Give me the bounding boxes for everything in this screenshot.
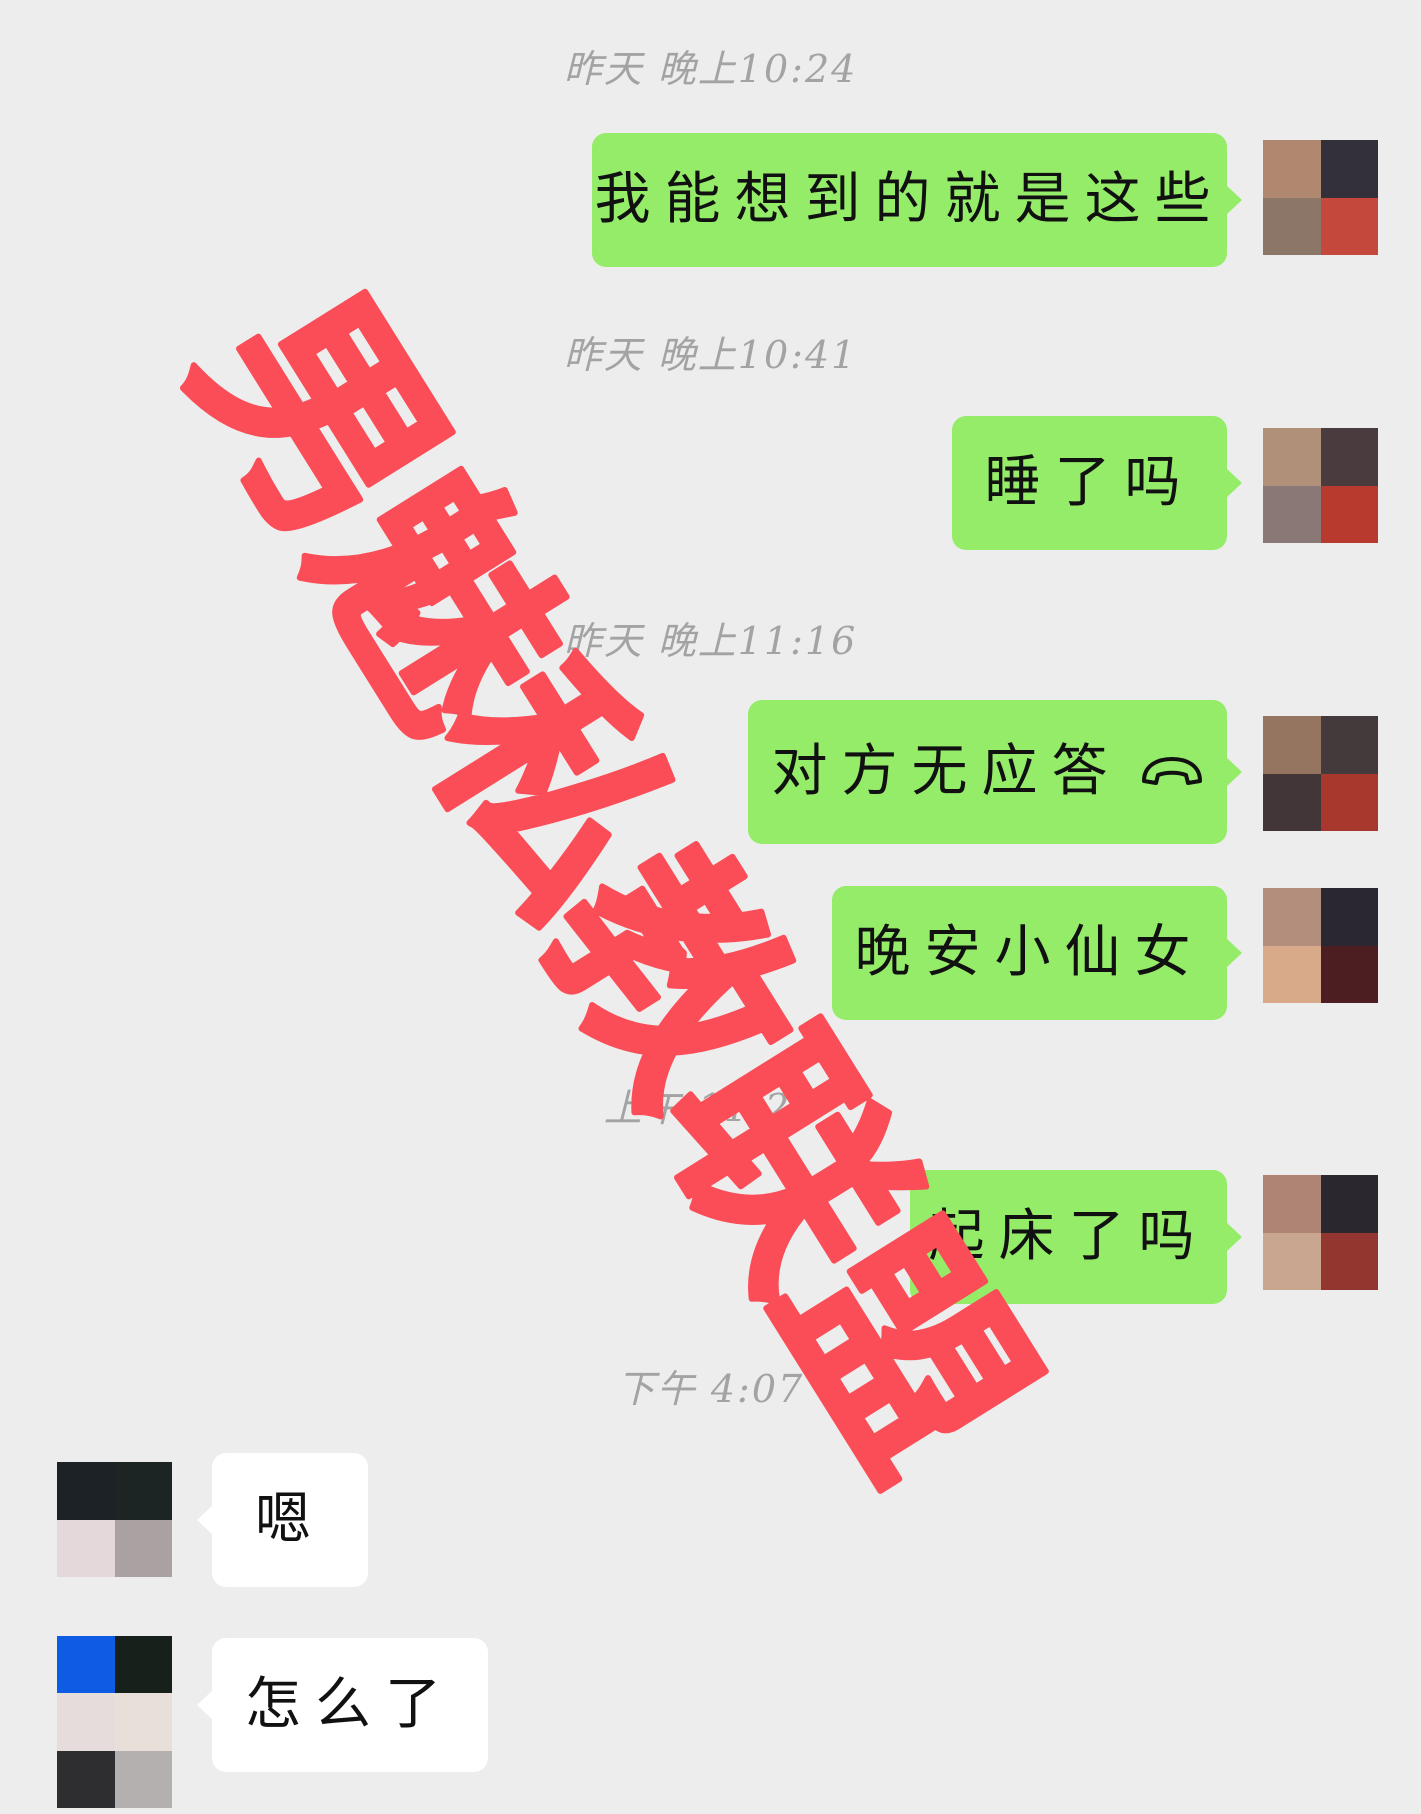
avatar-pixel	[1320, 1175, 1378, 1233]
call-record-bubble[interactable]: 对方无应答	[748, 700, 1242, 844]
avatar-pixel	[57, 1462, 115, 1520]
message-bubble[interactable]: 怎么了	[197, 1638, 488, 1772]
avatar-pixel	[114, 1519, 172, 1577]
message-text: 睡了吗	[984, 450, 1195, 515]
avatar-pixel	[1263, 1232, 1321, 1290]
message-text: 对方无应答	[771, 739, 1122, 804]
avatar-pixel	[1320, 945, 1378, 1003]
avatar-pixel	[57, 1750, 115, 1808]
avatar-pixel	[1320, 140, 1378, 198]
avatar-pixel	[1263, 140, 1321, 198]
timestamp: 下午 4:07	[616, 1367, 805, 1411]
avatar-pixel	[1320, 888, 1378, 946]
my-avatar[interactable]	[1263, 428, 1378, 543]
avatar-pixel	[1263, 716, 1321, 774]
phone-hangup-icon	[1141, 757, 1202, 785]
avatar-pixel	[1263, 428, 1321, 486]
avatar-pixel	[1263, 945, 1321, 1003]
message-text: 晚安小仙女	[854, 920, 1205, 985]
my-avatar[interactable]	[1263, 716, 1378, 831]
message-text: 怎么了	[245, 1672, 455, 1737]
timestamp: 昨天 晚上11:16	[563, 619, 858, 663]
message-text: 起床了吗	[928, 1204, 1209, 1269]
avatar-pixel	[114, 1750, 172, 1808]
avatar-pixel	[1320, 716, 1378, 774]
avatar-pixel	[1263, 197, 1321, 255]
avatar-pixel	[114, 1636, 172, 1694]
avatar-pixel	[57, 1519, 115, 1577]
timestamp: 昨天 晚上10:24	[563, 47, 858, 91]
avatar-pixel	[1320, 1232, 1378, 1290]
chat-window: 昨天 晚上10:24 我能想到的就是这些 昨天 晚上10:41 睡了吗 昨天 晚…	[0, 0, 1421, 1814]
message-text: 我能想到的就是这些	[594, 167, 1225, 232]
avatar-pixel	[114, 1693, 172, 1751]
contact-avatar[interactable]	[57, 1636, 172, 1808]
my-avatar[interactable]	[1263, 1175, 1378, 1290]
avatar-pixel	[57, 1693, 115, 1751]
avatar-pixel	[114, 1462, 172, 1520]
message-bubble[interactable]: 晚安小仙女	[832, 886, 1242, 1020]
avatar-pixel	[1320, 197, 1378, 255]
avatar-pixel	[1320, 773, 1378, 831]
avatar-pixel	[1263, 1175, 1321, 1233]
message-bubble[interactable]: 我能想到的就是这些	[592, 133, 1242, 267]
avatar-pixel	[1320, 485, 1378, 543]
contact-avatar[interactable]	[57, 1462, 172, 1577]
timestamp: 上午 11:26	[603, 1086, 818, 1130]
message-bubble[interactable]: 起床了吗	[910, 1170, 1242, 1304]
timestamp: 昨天 晚上10:41	[563, 333, 858, 377]
message-bubble[interactable]: 嗯	[197, 1453, 368, 1587]
my-avatar[interactable]	[1263, 888, 1378, 1003]
avatar-pixel	[1263, 485, 1321, 543]
message-text: 嗯	[255, 1487, 325, 1552]
avatar-pixel	[1263, 773, 1321, 831]
message-bubble[interactable]: 睡了吗	[952, 416, 1242, 550]
avatar-pixel	[1263, 888, 1321, 946]
avatar-pixel	[57, 1636, 115, 1694]
my-avatar[interactable]	[1263, 140, 1378, 255]
avatar-pixel	[1320, 428, 1378, 486]
